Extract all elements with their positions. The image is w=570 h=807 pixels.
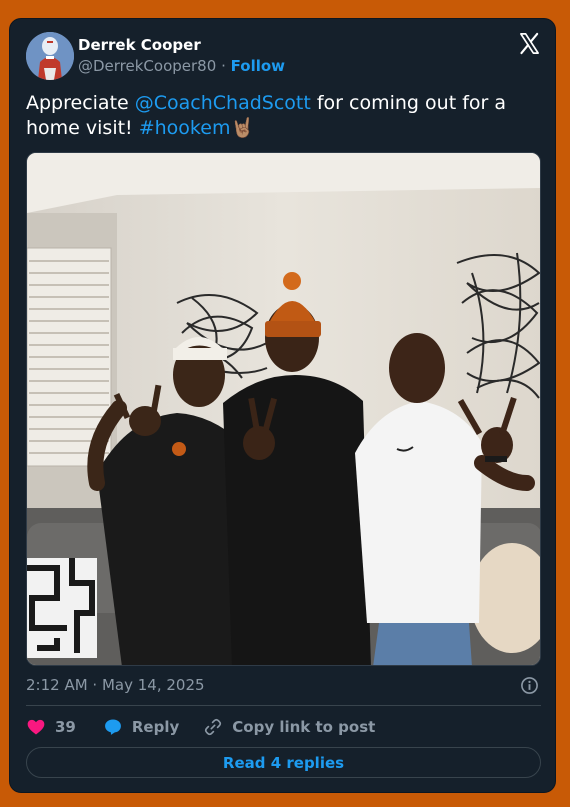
like-button[interactable]: 39 — [26, 717, 76, 737]
link-icon — [205, 718, 222, 736]
post-photo[interactable] — [26, 152, 541, 666]
post-card: Derrek Cooper @DerrekCooper80 · Follow A… — [9, 18, 556, 793]
reply-bubble-icon — [104, 719, 121, 735]
post-timestamp[interactable]: 2:12 AM · May 14, 2025 — [26, 676, 205, 694]
hashtag-link[interactable]: #hookem — [139, 117, 231, 139]
post-text: Appreciate @CoachChadScott for coming ou… — [26, 91, 541, 141]
copy-link-label: Copy link to post — [232, 718, 376, 736]
read-replies-button[interactable]: Read 4 replies — [26, 747, 541, 778]
author-handle[interactable]: @DerrekCooper80 — [78, 57, 216, 75]
x-logo-icon[interactable] — [518, 32, 541, 55]
horns-emoji: 🤘🏽 — [230, 117, 255, 139]
post-text-start: Appreciate — [26, 92, 135, 114]
info-icon[interactable] — [520, 676, 539, 695]
avatar[interactable] — [26, 32, 74, 80]
heart-icon — [27, 719, 45, 735]
author-handle-row: @DerrekCooper80 · Follow — [78, 57, 285, 75]
author-name[interactable]: Derrek Cooper — [78, 36, 201, 54]
divider — [26, 705, 541, 706]
action-bar: 39 Reply Copy link to post — [26, 716, 375, 738]
like-count: 39 — [55, 718, 76, 736]
mention-link[interactable]: @CoachChadScott — [135, 92, 311, 114]
reply-label: Reply — [131, 718, 180, 736]
handle-separator: · — [221, 57, 226, 75]
follow-button[interactable]: Follow — [231, 57, 285, 75]
reply-button[interactable]: Reply — [103, 717, 179, 737]
copy-link-button[interactable]: Copy link to post — [203, 717, 375, 737]
